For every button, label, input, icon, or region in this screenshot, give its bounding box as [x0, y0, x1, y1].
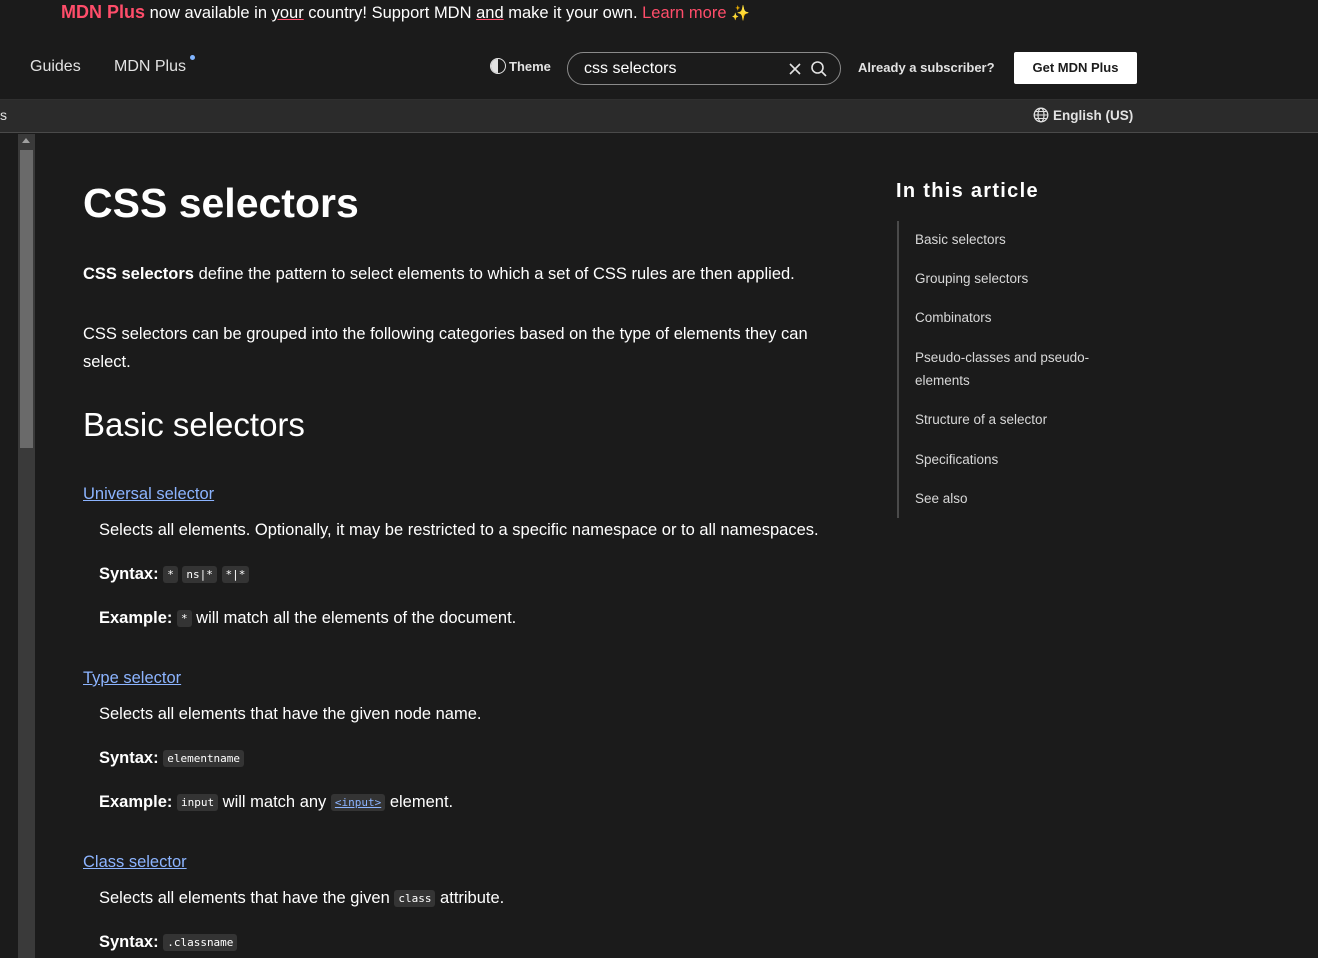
breadcrumb-fragment[interactable]: s	[0, 107, 7, 123]
scrollbar-thumb[interactable]	[20, 150, 33, 448]
mdn-plus-banner: MDN Plus now available in your country! …	[0, 0, 1318, 37]
class-syntax: Syntax: .classname	[99, 933, 238, 952]
scroll-up-arrow-icon[interactable]	[22, 138, 30, 143]
banner-text-your: your	[271, 4, 304, 22]
toc-item-combinators[interactable]: Combinators	[915, 306, 1115, 329]
learn-more-link[interactable]: Learn more	[642, 4, 726, 22]
table-of-contents: Basic selectors Grouping selectors Combi…	[897, 221, 1137, 518]
toc-item-structure[interactable]: Structure of a selector	[915, 408, 1115, 431]
universal-example: Example: * will match all the elements o…	[99, 609, 516, 628]
main-nav: Guides MDN Plus Theme Already a subscrib…	[0, 37, 1318, 100]
type-syntax: Syntax: elementname	[99, 749, 245, 768]
banner-brand: MDN Plus	[61, 2, 146, 22]
banner-text-3: country! Support MDN	[303, 4, 477, 22]
intro-paragraph: CSS selectors define the pattern to sele…	[83, 260, 863, 288]
toc-item-grouping-selectors[interactable]: Grouping selectors	[915, 267, 1115, 290]
code-snippet: .classname	[163, 934, 238, 952]
nav-guides[interactable]: Guides	[30, 58, 81, 76]
example-text: will match any	[218, 793, 331, 811]
example-label: Example:	[99, 793, 173, 811]
theme-label: Theme	[509, 58, 551, 74]
login-link[interactable]: Already a subscriber?	[858, 60, 995, 75]
intro-rest: define the pattern to select elements to…	[193, 265, 795, 283]
code-snippet: *|*	[221, 566, 250, 584]
code-snippet: *	[176, 610, 192, 628]
toc-item-see-also[interactable]: See also	[915, 487, 1115, 510]
banner-text-and: and	[476, 4, 504, 22]
language-label: English (US)	[1053, 107, 1134, 123]
syntax-label: Syntax:	[99, 565, 159, 583]
universal-syntax: Syntax: * ns|* *|*	[99, 565, 250, 584]
globe-icon	[1033, 107, 1049, 123]
universal-selector-link[interactable]: Universal selector	[83, 485, 214, 504]
nav-mdn-plus[interactable]: MDN Plus	[114, 58, 186, 76]
language-switcher[interactable]: English (US)	[1033, 107, 1133, 123]
syntax-label: Syntax:	[99, 933, 159, 951]
search-icon[interactable]	[810, 60, 828, 78]
code-snippet: ns|*	[182, 566, 217, 584]
code-snippet: *	[163, 566, 178, 584]
theme-button[interactable]: Theme	[490, 58, 551, 74]
example-text: element.	[385, 793, 454, 811]
get-mdn-plus-button[interactable]: Get MDN Plus	[1014, 52, 1137, 84]
code-snippet: elementname	[163, 750, 245, 768]
example-text: will match all the elements of the docum…	[191, 609, 517, 627]
categories-paragraph: CSS selectors can be grouped into the fo…	[83, 325, 808, 371]
class-description: Selects all elements that have the given…	[99, 889, 504, 908]
class-desc-text: attribute.	[435, 889, 505, 907]
type-selector-link[interactable]: Type selector	[83, 669, 181, 688]
type-example: Example: input will match any <input> el…	[99, 793, 453, 812]
banner-text-5: make it your own.	[503, 4, 643, 22]
banner-text-1: now available in	[145, 4, 272, 22]
breadcrumb-bar: s English (US)	[0, 100, 1318, 133]
new-indicator-dot	[190, 55, 195, 60]
code-snippet: class	[394, 890, 436, 908]
universal-description: Selects all elements. Optionally, it may…	[99, 521, 819, 539]
input-element-link[interactable]: <input>	[330, 794, 386, 812]
search-box	[567, 52, 841, 85]
syntax-label: Syntax:	[99, 749, 159, 767]
intro-bold: CSS selectors	[83, 265, 194, 283]
toc-item-specifications[interactable]: Specifications	[915, 448, 1115, 471]
type-description: Selects all elements that have the given…	[99, 705, 482, 723]
theme-contrast-icon	[490, 58, 506, 74]
example-label: Example:	[99, 609, 173, 627]
class-selector-link[interactable]: Class selector	[83, 853, 187, 872]
toc-title: In this article	[896, 180, 1039, 202]
code-snippet: input	[176, 794, 219, 812]
toc-item-pseudo-classes[interactable]: Pseudo-classes and pseudo-elements	[915, 346, 1105, 392]
class-desc-text: Selects all elements that have the given	[99, 889, 395, 907]
sparkle-icon: ✨	[731, 5, 750, 22]
search-input[interactable]	[584, 59, 774, 79]
page-title: CSS selectors	[83, 180, 359, 226]
toc-item-basic-selectors[interactable]: Basic selectors	[915, 228, 1115, 251]
close-icon[interactable]	[786, 60, 804, 78]
section-heading-basic-selectors: Basic selectors	[83, 406, 305, 443]
